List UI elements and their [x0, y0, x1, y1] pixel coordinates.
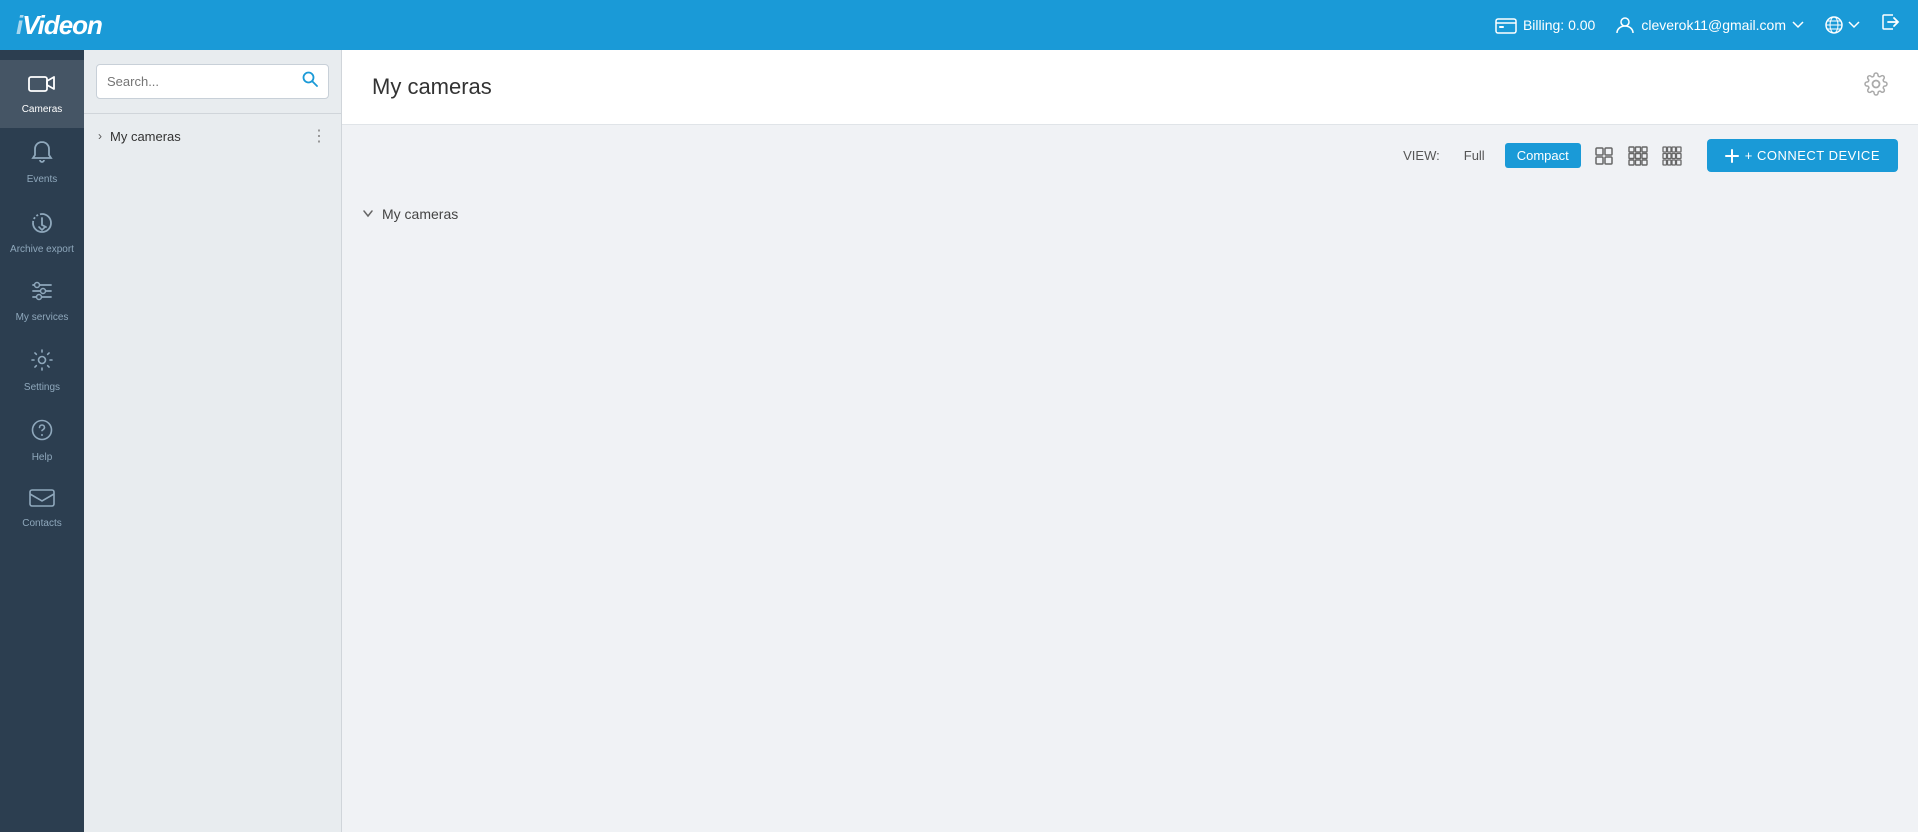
- bell-icon: [31, 140, 53, 170]
- camera-group-title: My cameras: [110, 129, 303, 144]
- page-settings-button[interactable]: [1864, 72, 1888, 102]
- sidebar-item-settings[interactable]: Settings: [0, 336, 84, 406]
- cameras-content: My cameras: [342, 186, 1918, 242]
- cameras-group-chevron-icon: [362, 208, 374, 220]
- sidebar-item-help-label: Help: [32, 452, 53, 464]
- view-compact-button[interactable]: Compact: [1505, 143, 1581, 168]
- sidebar-item-archive-export[interactable]: Archive export: [0, 198, 84, 268]
- page-title: My cameras: [372, 74, 492, 100]
- main-header: My cameras: [342, 50, 1918, 125]
- sidebar-item-my-services[interactable]: My services: [0, 268, 84, 336]
- user-email: cleverok11@gmail.com: [1641, 17, 1786, 33]
- camera-icon: [28, 72, 56, 100]
- view-toolbar: VIEW: Full Compact: [342, 125, 1918, 186]
- logout-icon: [1880, 12, 1902, 32]
- view-grid-buttons: [1589, 141, 1687, 171]
- settings-icon: [30, 348, 54, 378]
- sidebar-item-archive-label: Archive export: [10, 244, 74, 256]
- sidebar-item-settings-label: Settings: [24, 382, 60, 394]
- sidebar-item-events-label: Events: [27, 174, 58, 186]
- logout-button[interactable]: [1880, 12, 1902, 38]
- user-menu[interactable]: cleverok11@gmail.com: [1615, 15, 1804, 35]
- view-label: VIEW:: [1403, 148, 1440, 163]
- cameras-group-header[interactable]: My cameras: [362, 196, 1898, 232]
- contacts-icon: [29, 488, 55, 514]
- app-logo: iVideon: [16, 10, 102, 41]
- logo-rest: Videon: [22, 10, 102, 40]
- search-input[interactable]: [107, 74, 296, 89]
- cameras-group-title: My cameras: [382, 206, 458, 222]
- search-icon: [302, 71, 318, 92]
- plus-icon: [1725, 149, 1739, 163]
- sidebar: Cameras Events Archive export: [0, 50, 84, 832]
- sidebar-item-contacts[interactable]: Contacts: [0, 476, 84, 542]
- sidebar-item-cameras[interactable]: Cameras: [0, 60, 84, 128]
- view-grid-2x2-button[interactable]: [1589, 141, 1619, 171]
- billing-amount: Billing: 0.00: [1523, 17, 1595, 33]
- camera-group-more-icon[interactable]: ⋮: [311, 126, 327, 146]
- globe-icon: [1824, 15, 1844, 35]
- billing-info: Billing: 0.00: [1495, 16, 1595, 34]
- user-icon: [1615, 15, 1635, 35]
- sidebar-item-events[interactable]: Events: [0, 128, 84, 198]
- view-grid-3x3-button[interactable]: [1623, 141, 1653, 171]
- connect-device-button[interactable]: + CONNECT DEVICE: [1707, 139, 1898, 172]
- app-header: iVideon Billing: 0.00 cleverok11@gmail.c…: [0, 0, 1918, 50]
- view-full-button[interactable]: Full: [1452, 143, 1497, 168]
- header-right: Billing: 0.00 cleverok11@gmail.com: [1495, 12, 1902, 38]
- main-content: My cameras VIEW: Full Compact: [342, 50, 1918, 832]
- sidebar-item-contacts-label: Contacts: [22, 518, 61, 530]
- sidebar-item-services-label: My services: [16, 312, 69, 324]
- language-selector[interactable]: [1824, 15, 1860, 35]
- sidebar-item-cameras-label: Cameras: [22, 104, 63, 116]
- sidebar-item-help[interactable]: Help: [0, 406, 84, 476]
- billing-icon: [1495, 16, 1517, 34]
- help-icon: [30, 418, 54, 448]
- view-grid-4x3-button[interactable]: [1657, 141, 1687, 171]
- services-icon: [30, 280, 54, 308]
- lang-chevron-icon: [1848, 21, 1860, 29]
- search-box: [96, 64, 329, 99]
- archive-icon: [29, 210, 55, 240]
- user-chevron-icon: [1792, 21, 1804, 29]
- connect-button-label: + CONNECT DEVICE: [1745, 148, 1880, 163]
- camera-group-header[interactable]: › My cameras ⋮: [84, 114, 341, 158]
- camera-group-chevron: ›: [98, 129, 102, 143]
- camera-search-area: [84, 50, 341, 114]
- camera-list-panel: › My cameras ⋮: [84, 50, 342, 832]
